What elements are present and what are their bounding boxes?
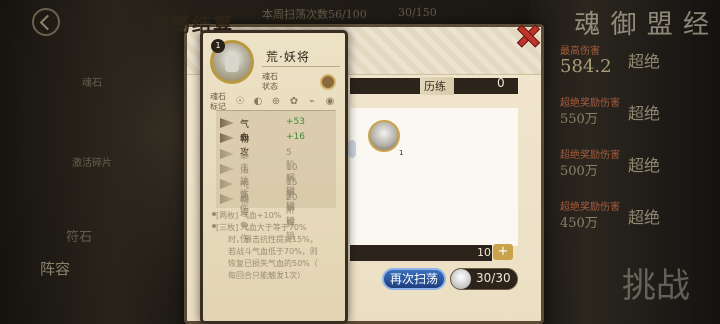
desc-line: [两枚] 气血+10% bbox=[216, 211, 282, 220]
reward-row: 超绝奖励伤害 550万 超绝 bbox=[544, 92, 704, 144]
reward-row-value: 584.2 bbox=[560, 56, 612, 77]
desc-line: 若战斗气血低于70%，则 bbox=[228, 247, 318, 256]
sweep-count: 10 bbox=[477, 246, 491, 259]
divider bbox=[262, 66, 340, 67]
stat-value: +16 bbox=[286, 132, 305, 142]
soulstone-marks: ☉ ◐ ⊕ ✿ ⌁ ◉ bbox=[234, 96, 336, 108]
sweep-count-bar bbox=[350, 245, 492, 261]
reward-row-value: 550万 bbox=[560, 112, 598, 127]
add-sweep-button[interactable]: + bbox=[493, 244, 513, 260]
stat-value: +53 bbox=[286, 117, 305, 127]
sweep-again-button[interactable]: 再次扫荡 bbox=[382, 268, 446, 290]
desc-line: 每回合只能触发1次） bbox=[228, 271, 306, 280]
reward-row: 超绝奖励伤害 500万 超绝 bbox=[544, 144, 704, 196]
experience-label: 历练 bbox=[420, 77, 454, 95]
reward-row-tag: 超绝 bbox=[628, 208, 661, 227]
mark-icon: ⌁ bbox=[308, 96, 316, 107]
back-button[interactable] bbox=[32, 8, 60, 36]
soulstone-reward-icon[interactable] bbox=[368, 120, 400, 152]
challenge-button[interactable]: 挑战 bbox=[622, 258, 690, 307]
reward-row-title: 超绝奖励伤害 bbox=[560, 202, 620, 213]
mark-icon: ◐ bbox=[253, 96, 263, 107]
reward-row-value: 450万 bbox=[560, 216, 598, 231]
stamina-icon bbox=[451, 269, 471, 289]
soulstone-name: 荒·妖将 bbox=[266, 50, 310, 64]
soulstone-state-label: 魂石状态 bbox=[262, 72, 278, 91]
lineup-button[interactable]: 阵容 bbox=[40, 258, 70, 279]
soulstone-level-badge: 1 bbox=[211, 39, 225, 53]
mark-icon: ◉ bbox=[325, 96, 335, 107]
left-label-soulstone: 魂石 bbox=[82, 78, 102, 89]
reward-row-title: 最高伤害 bbox=[560, 46, 600, 57]
experience-value: 0 bbox=[497, 76, 505, 90]
desc-line: 时，暴击抗性提高15%， bbox=[228, 235, 318, 244]
reward-row: 超绝奖励伤害 450万 超绝 bbox=[544, 196, 704, 248]
reward-row: 最高伤害 584.2 超绝 bbox=[544, 40, 704, 92]
left-label-rune[interactable]: 符石 bbox=[66, 226, 92, 245]
reward-row-title: 超绝奖励伤害 bbox=[560, 98, 620, 109]
weekly-sweep-text: 本周扫荡次数56/100 bbox=[262, 8, 367, 21]
reward-row-title: 超绝奖励伤害 bbox=[560, 150, 620, 161]
desc-line: 恢复已损失气血的50%（ bbox=[228, 259, 318, 268]
left-label-fragment: 激活碎片 bbox=[72, 158, 112, 169]
damage-reward-list: 最高伤害 584.2 超绝 超绝奖励伤害 550万 超绝 超绝奖励伤害 500万… bbox=[544, 40, 704, 248]
event-title: 魂 御 盟 经 bbox=[574, 10, 710, 40]
mark-icon: ⊕ bbox=[271, 96, 281, 107]
reward-row-value: 500万 bbox=[560, 164, 598, 179]
desc-line: [三枚] 气血大于等于70% bbox=[216, 223, 307, 232]
set-bonus-description: [两枚] 气血+10% [三枚] 气血大于等于70% 时，暴击抗性提高15%， … bbox=[216, 210, 338, 282]
mark-icon: ✿ bbox=[289, 96, 299, 107]
close-icon[interactable] bbox=[516, 24, 538, 46]
reward-level: 1 bbox=[399, 149, 404, 157]
soulstone-mark-label: 魂石标记 bbox=[210, 92, 226, 111]
reward-row-tag: 超绝 bbox=[628, 52, 661, 71]
top-counter: 30/150 bbox=[398, 6, 437, 19]
mark-icon: ☉ bbox=[235, 96, 245, 107]
fragment-icon bbox=[348, 140, 356, 158]
reward-row-tag: 超绝 bbox=[628, 156, 661, 175]
avatar-figure-icon bbox=[225, 54, 239, 72]
stat-list bbox=[216, 110, 336, 208]
soulstone-state-icon bbox=[320, 74, 336, 90]
stamina-value: 30/30 bbox=[476, 271, 511, 285]
reward-row-tag: 超绝 bbox=[628, 104, 661, 123]
